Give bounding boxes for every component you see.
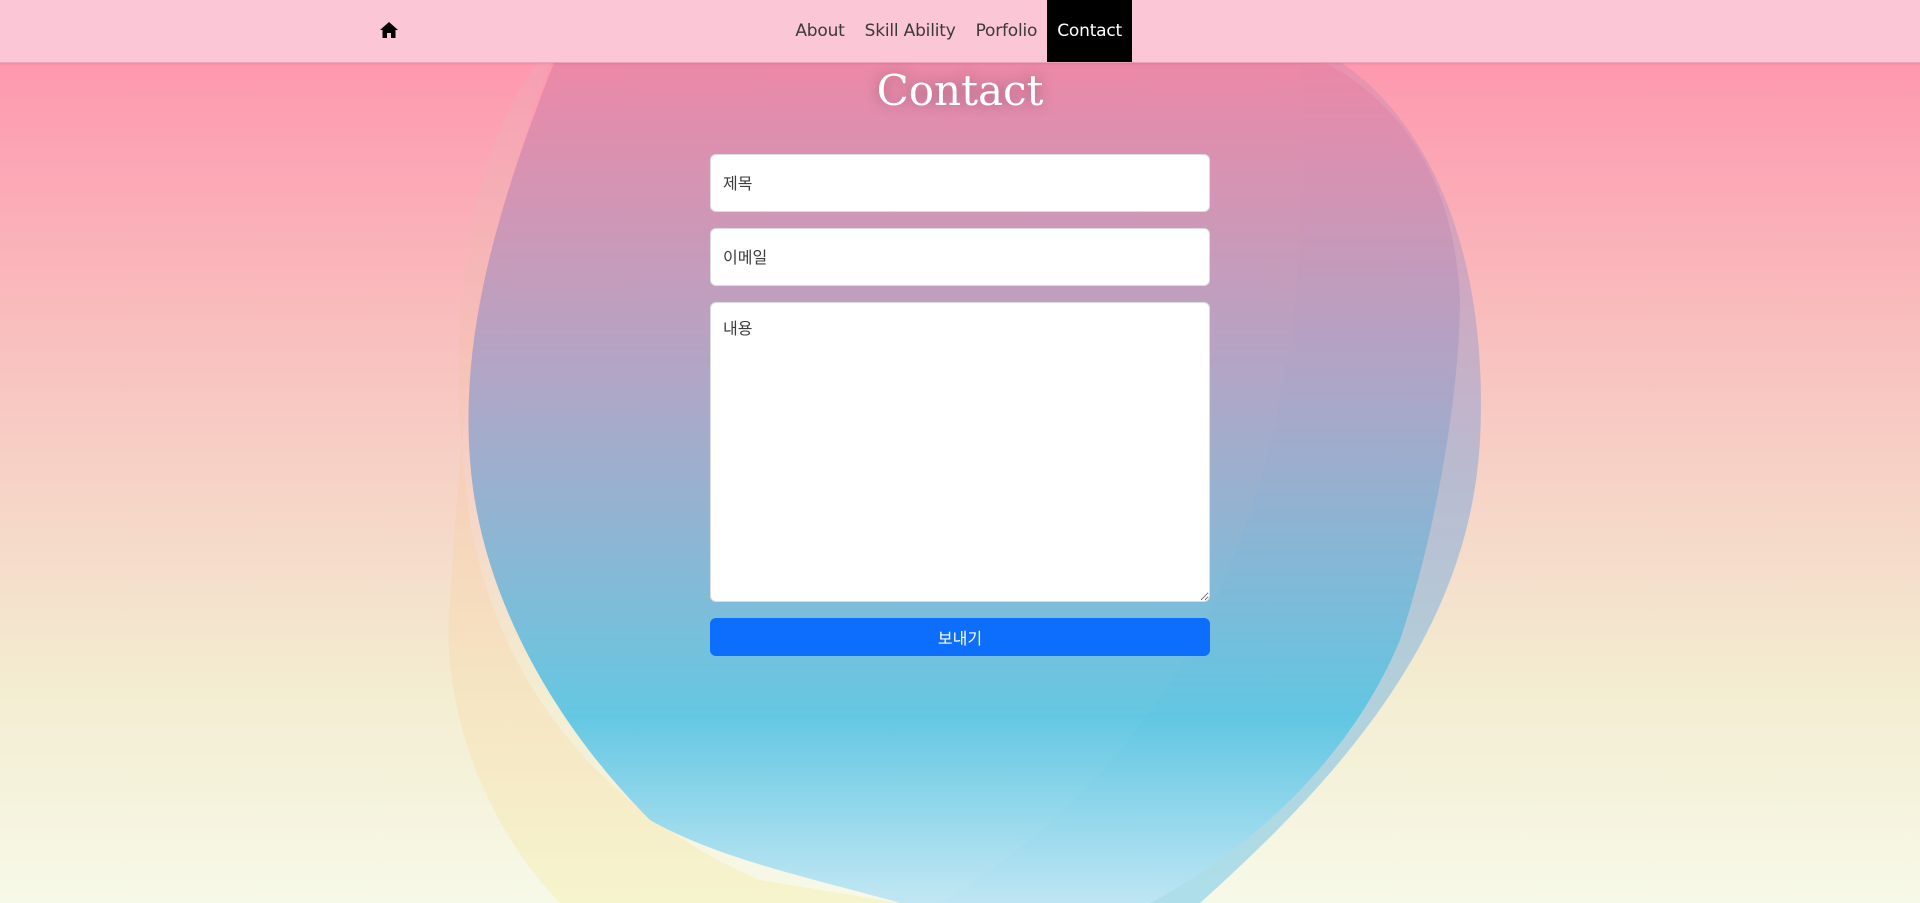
email-input[interactable] [710, 228, 1210, 286]
send-button[interactable]: 보내기 [710, 618, 1210, 656]
contact-form: 보내기 [710, 154, 1210, 656]
nav-item-about[interactable]: About [785, 0, 854, 62]
content-textarea[interactable] [710, 302, 1210, 602]
nav-item-skill-ability[interactable]: Skill Ability [855, 0, 966, 62]
title-input[interactable] [710, 154, 1210, 212]
home-icon [380, 22, 398, 38]
home-link[interactable] [377, 18, 401, 42]
navbar: About Skill Ability Porfolio Contact [0, 0, 1920, 63]
page-title: Contact [876, 66, 1044, 115]
nav-menu: About Skill Ability Porfolio Contact [785, 0, 1132, 62]
nav-item-contact[interactable]: Contact [1047, 0, 1132, 62]
nav-item-porfolio[interactable]: Porfolio [966, 0, 1048, 62]
